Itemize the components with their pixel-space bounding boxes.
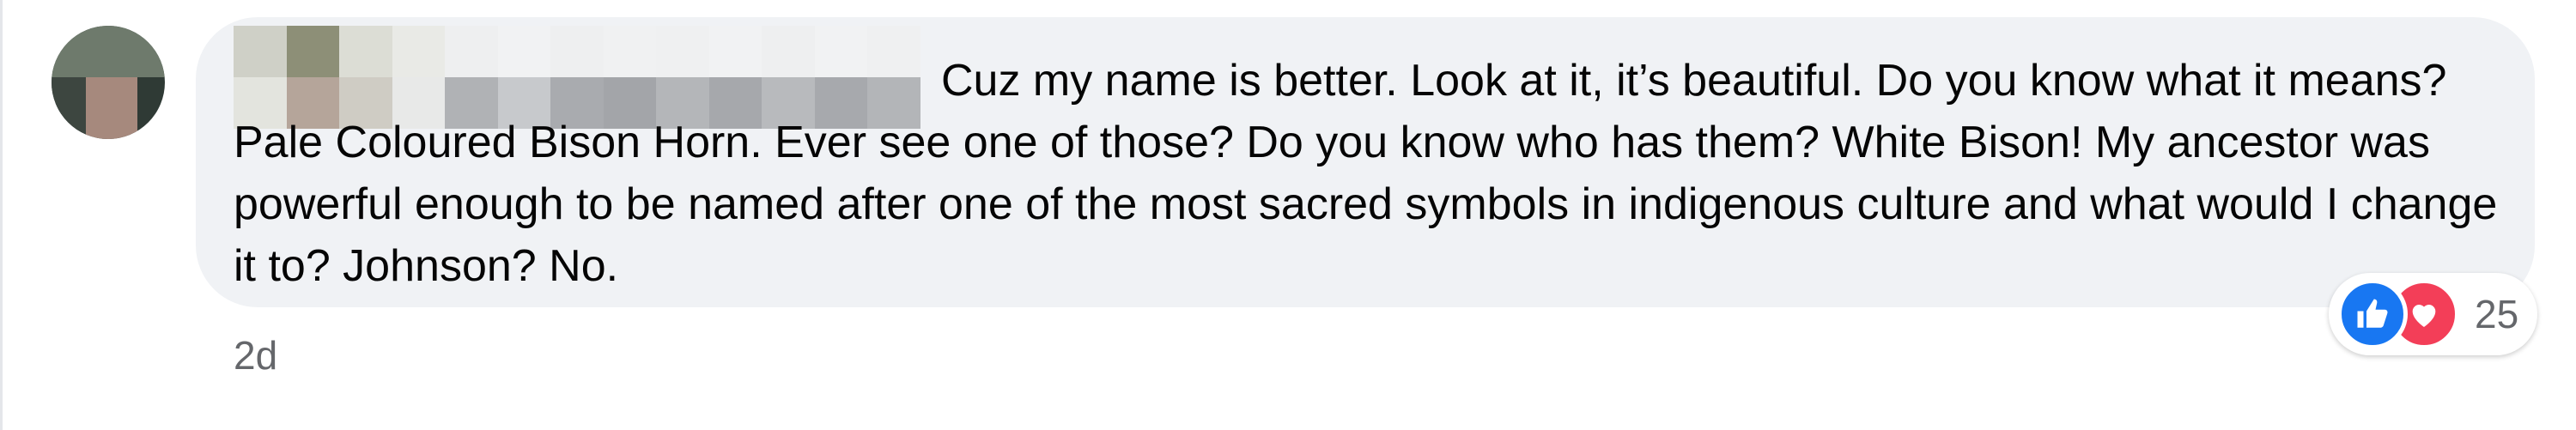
comment-timestamp[interactable]: 2d [234,330,277,381]
like-icon [2337,279,2408,349]
comment-text: Cuz my name is better. Look at it, it’s … [234,56,2498,291]
avatar[interactable] [52,26,165,139]
reaction-count: 25 [2475,292,2519,336]
comment-row: Cuz my name is better. Look at it, it’s … [0,0,2576,430]
comment-bubble: Cuz my name is better. Look at it, it’s … [196,17,2535,307]
reaction-summary[interactable]: 25 [2329,273,2538,355]
divider [0,0,3,430]
